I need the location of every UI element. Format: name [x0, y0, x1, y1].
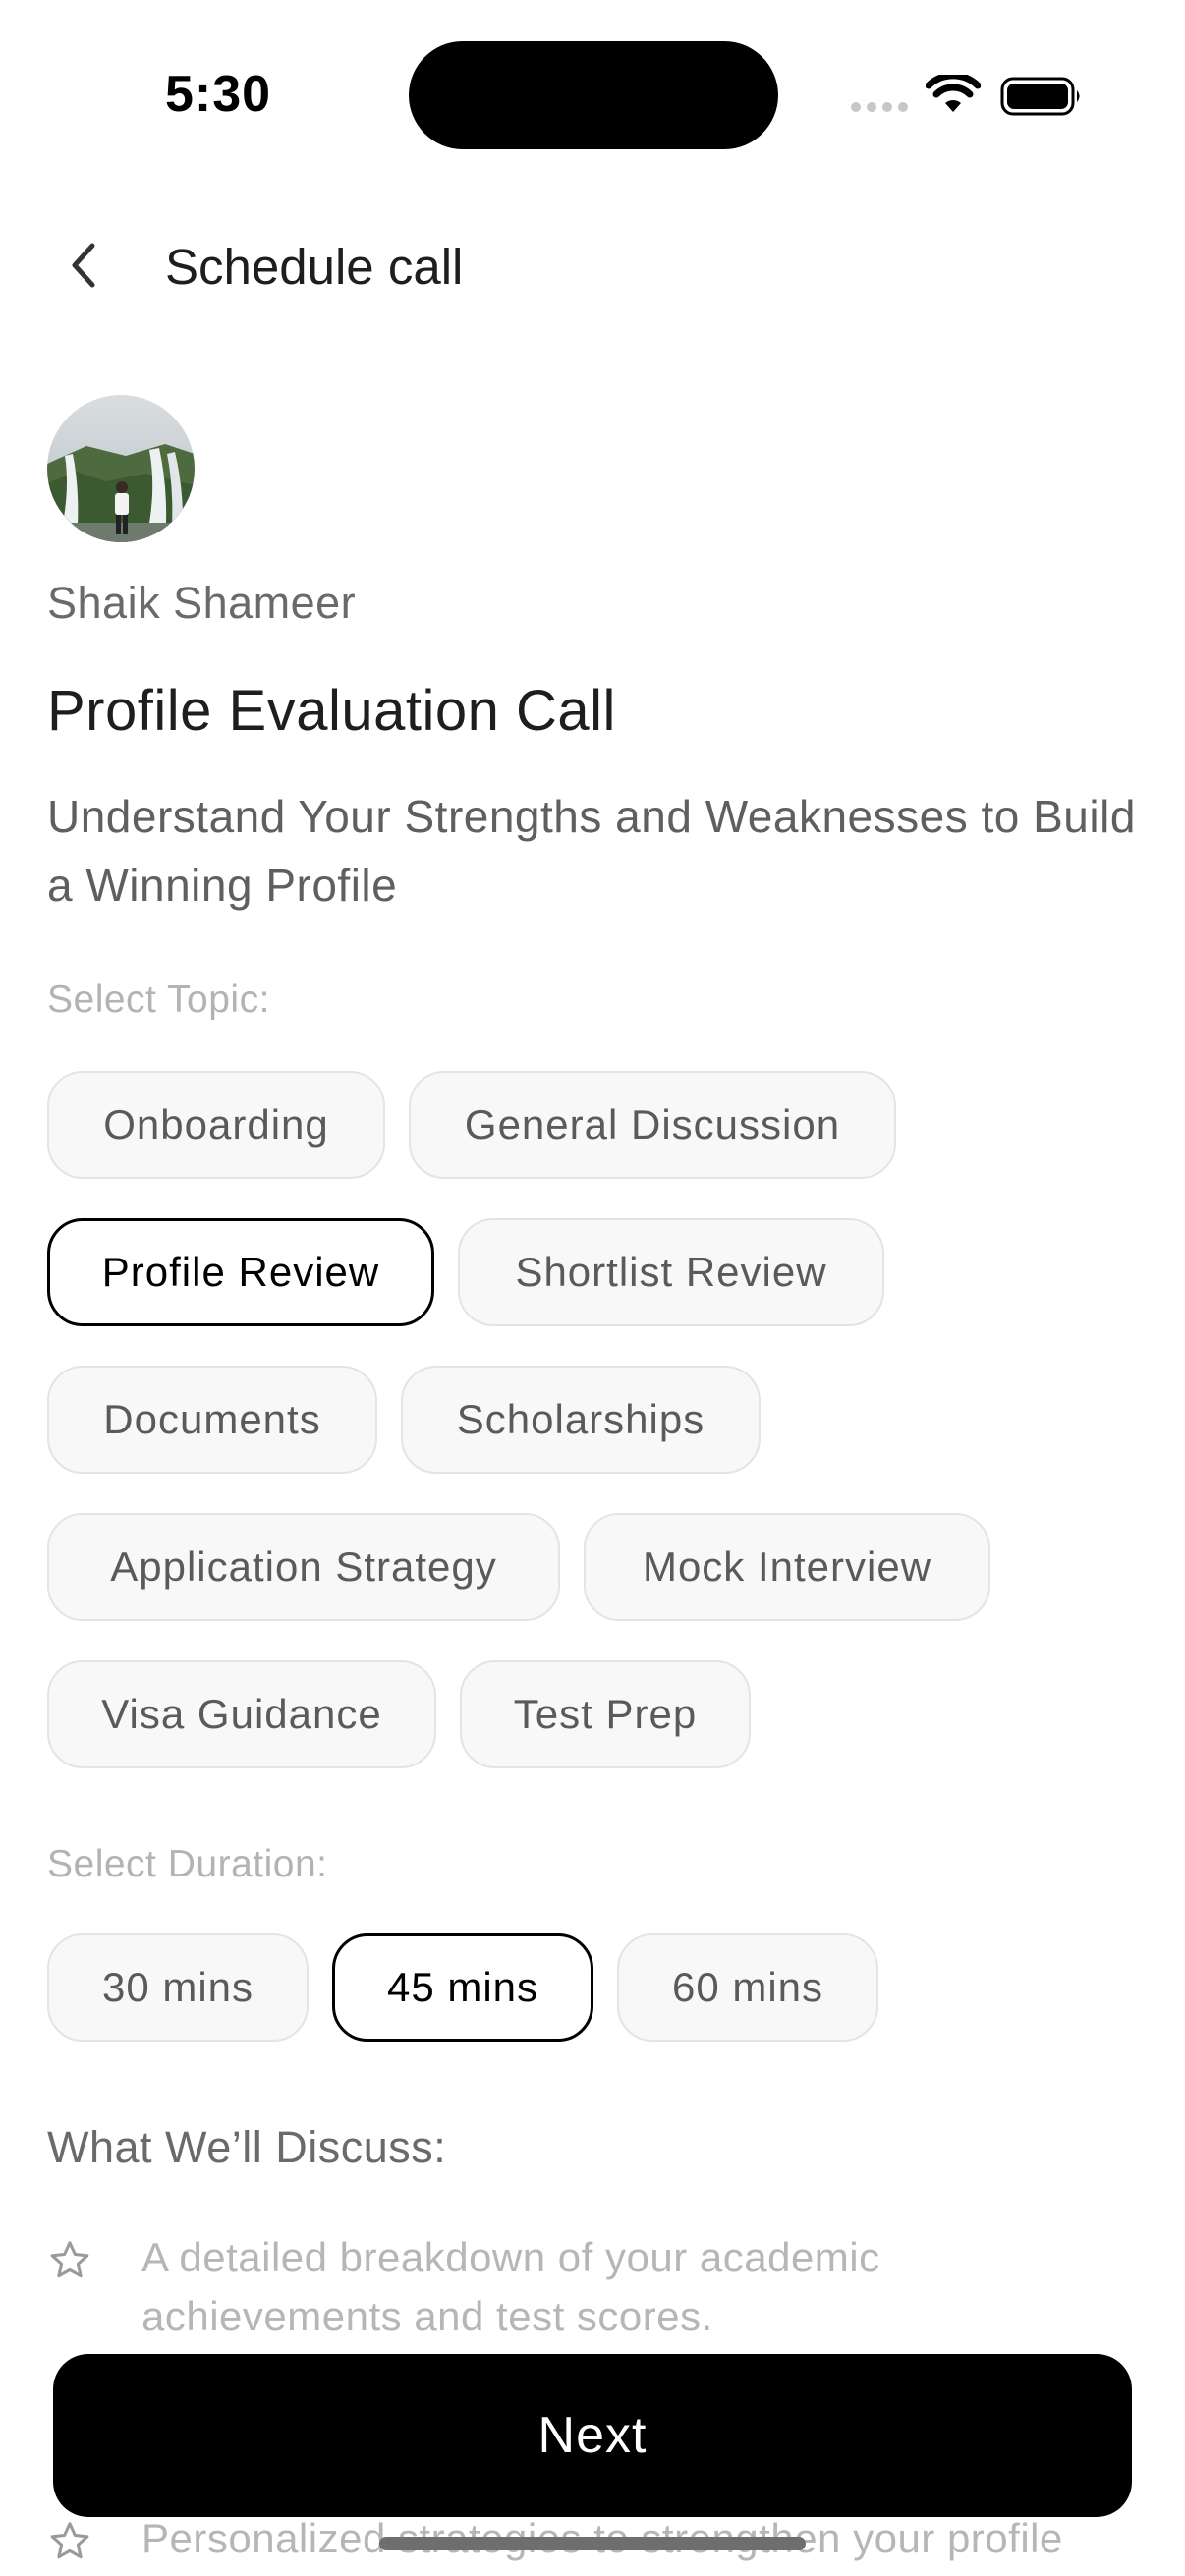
- call-subtitle: Understand Your Strengths and Weaknesses…: [47, 791, 1136, 911]
- star-icon: [50, 2241, 89, 2278]
- topic-chip-general-discussion[interactable]: General Discussion: [409, 1071, 896, 1179]
- cellular-signal-icon: [851, 102, 908, 112]
- discuss-item-text: A detailed breakdown of your academic ac…: [141, 2234, 880, 2339]
- home-indicator: [379, 2537, 806, 2550]
- duration-chip-45[interactable]: 45 mins: [332, 1933, 593, 2042]
- duration-chip-30[interactable]: 30 mins: [47, 1933, 309, 2042]
- discuss-section-title: What We’ll Discuss:: [47, 2122, 447, 2172]
- dynamic-island: [409, 41, 778, 149]
- call-title: Profile Evaluation Call: [47, 679, 616, 743]
- topic-chip-documents[interactable]: Documents: [47, 1366, 377, 1474]
- topic-chip-scholarships[interactable]: Scholarships: [401, 1366, 761, 1474]
- topic-chip-mock-interview[interactable]: Mock Interview: [584, 1513, 990, 1621]
- back-chevron-icon[interactable]: [55, 236, 114, 295]
- next-button[interactable]: Next: [53, 2354, 1132, 2517]
- advisor-name: Shaik Shameer: [47, 578, 357, 628]
- select-duration-label: Select Duration:: [47, 1843, 328, 1885]
- topic-chip-application-strategy[interactable]: Application Strategy: [47, 1513, 560, 1621]
- battery-icon: [1000, 77, 1080, 116]
- top-app-bar: Schedule call: [0, 206, 1185, 324]
- page-title: Schedule call: [165, 239, 464, 295]
- topic-chip-shortlist-review[interactable]: Shortlist Review: [458, 1218, 884, 1326]
- status-bar: 5:30: [0, 0, 1185, 149]
- star-icon: [50, 2522, 89, 2559]
- status-time: 5:30: [165, 66, 272, 123]
- wifi-icon: [926, 75, 981, 112]
- advisor-avatar: [47, 395, 195, 542]
- topic-chip-onboarding[interactable]: Onboarding: [47, 1071, 385, 1179]
- topic-chip-profile-review[interactable]: Profile Review: [47, 1218, 434, 1326]
- topic-chip-test-prep[interactable]: Test Prep: [460, 1660, 751, 1768]
- duration-chip-60[interactable]: 60 mins: [617, 1933, 878, 2042]
- topic-chip-visa-guidance[interactable]: Visa Guidance: [47, 1660, 436, 1768]
- avatar-photo: [47, 395, 195, 542]
- select-topic-label: Select Topic:: [47, 979, 270, 1021]
